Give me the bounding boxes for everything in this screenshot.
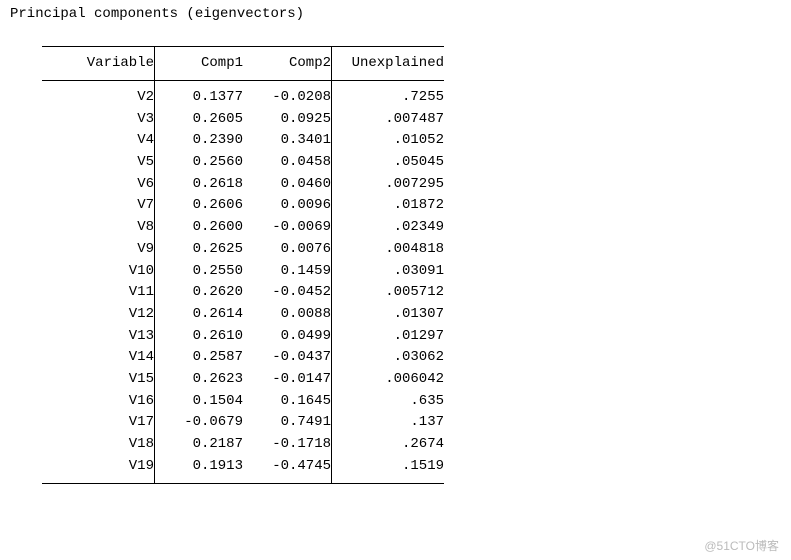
- table-row: V50.25600.0458.05045: [42, 152, 444, 174]
- cell-comp1: 0.2610: [155, 326, 244, 348]
- col-header-comp2: Comp2: [243, 46, 332, 81]
- cell-variable: V2: [42, 81, 155, 109]
- cell-comp2: 0.7491: [243, 412, 332, 434]
- cell-unexplained: .03091: [332, 261, 445, 283]
- cell-comp1: 0.2623: [155, 369, 244, 391]
- cell-variable: V7: [42, 195, 155, 217]
- cell-comp2: -0.1718: [243, 434, 332, 456]
- cell-comp1: 0.2187: [155, 434, 244, 456]
- table-row: V60.26180.0460.007295: [42, 174, 444, 196]
- table-row: V80.2600-0.0069.02349: [42, 217, 444, 239]
- cell-variable: V15: [42, 369, 155, 391]
- cell-unexplained: .1519: [332, 456, 445, 484]
- col-header-variable: Variable: [42, 46, 155, 81]
- cell-comp2: 0.0458: [243, 152, 332, 174]
- cell-unexplained: .005712: [332, 282, 445, 304]
- table-row: V20.1377-0.0208.7255: [42, 81, 444, 109]
- table-row: V130.26100.0499.01297: [42, 326, 444, 348]
- cell-comp2: 0.0499: [243, 326, 332, 348]
- table-row: V70.26060.0096.01872: [42, 195, 444, 217]
- cell-variable: V18: [42, 434, 155, 456]
- table-row: V160.15040.1645.635: [42, 391, 444, 413]
- cell-variable: V6: [42, 174, 155, 196]
- cell-variable: V5: [42, 152, 155, 174]
- cell-comp1: 0.2600: [155, 217, 244, 239]
- cell-comp2: 0.0460: [243, 174, 332, 196]
- cell-comp1: 0.1377: [155, 81, 244, 109]
- cell-comp1: 0.2606: [155, 195, 244, 217]
- table-row: V40.23900.3401.01052: [42, 130, 444, 152]
- table-row: V17-0.06790.7491.137: [42, 412, 444, 434]
- cell-unexplained: .01297: [332, 326, 445, 348]
- table-header-row: Variable Comp1 Comp2 Unexplained: [42, 46, 444, 81]
- cell-comp1: 0.2614: [155, 304, 244, 326]
- cell-variable: V11: [42, 282, 155, 304]
- cell-comp2: 0.0076: [243, 239, 332, 261]
- col-header-comp1: Comp1: [155, 46, 244, 81]
- cell-comp1: 0.2550: [155, 261, 244, 283]
- cell-unexplained: .635: [332, 391, 445, 413]
- cell-unexplained: .006042: [332, 369, 445, 391]
- cell-variable: V16: [42, 391, 155, 413]
- table-row: V120.26140.0088.01307: [42, 304, 444, 326]
- cell-comp1: 0.1913: [155, 456, 244, 484]
- cell-unexplained: .03062: [332, 347, 445, 369]
- cell-comp1: 0.2560: [155, 152, 244, 174]
- cell-unexplained: .007487: [332, 109, 445, 131]
- cell-comp1: 0.1504: [155, 391, 244, 413]
- eigenvector-table: Variable Comp1 Comp2 Unexplained V20.137…: [42, 46, 444, 485]
- cell-comp2: -0.0069: [243, 217, 332, 239]
- cell-comp2: -0.0452: [243, 282, 332, 304]
- cell-variable: V4: [42, 130, 155, 152]
- table-row: V110.2620-0.0452.005712: [42, 282, 444, 304]
- table-row: V190.1913-0.4745.1519: [42, 456, 444, 484]
- cell-comp1: 0.2587: [155, 347, 244, 369]
- cell-unexplained: .05045: [332, 152, 445, 174]
- cell-comp2: -0.0208: [243, 81, 332, 109]
- cell-comp2: 0.1645: [243, 391, 332, 413]
- cell-comp2: -0.0437: [243, 347, 332, 369]
- cell-comp1: 0.2625: [155, 239, 244, 261]
- cell-variable: V17: [42, 412, 155, 434]
- col-header-unexplained: Unexplained: [332, 46, 445, 81]
- cell-comp1: 0.2618: [155, 174, 244, 196]
- cell-unexplained: .02349: [332, 217, 445, 239]
- table-row: V100.25500.1459.03091: [42, 261, 444, 283]
- table-row: V180.2187-0.1718.2674: [42, 434, 444, 456]
- cell-comp1: 0.2605: [155, 109, 244, 131]
- cell-unexplained: .01872: [332, 195, 445, 217]
- cell-comp1: -0.0679: [155, 412, 244, 434]
- cell-unexplained: .2674: [332, 434, 445, 456]
- cell-unexplained: .137: [332, 412, 445, 434]
- cell-variable: V14: [42, 347, 155, 369]
- table-body: V20.1377-0.0208.7255V30.26050.0925.00748…: [42, 81, 444, 484]
- page-title: Principal components (eigenvectors): [10, 6, 781, 24]
- cell-variable: V8: [42, 217, 155, 239]
- cell-variable: V10: [42, 261, 155, 283]
- cell-comp2: -0.0147: [243, 369, 332, 391]
- watermark: @51CTO博客: [704, 539, 779, 554]
- cell-variable: V12: [42, 304, 155, 326]
- cell-variable: V3: [42, 109, 155, 131]
- cell-variable: V13: [42, 326, 155, 348]
- cell-unexplained: .7255: [332, 81, 445, 109]
- cell-comp2: 0.0925: [243, 109, 332, 131]
- cell-comp1: 0.2620: [155, 282, 244, 304]
- cell-comp2: 0.1459: [243, 261, 332, 283]
- cell-unexplained: .007295: [332, 174, 445, 196]
- cell-unexplained: .004818: [332, 239, 445, 261]
- cell-unexplained: .01307: [332, 304, 445, 326]
- cell-comp2: 0.0088: [243, 304, 332, 326]
- cell-comp2: 0.3401: [243, 130, 332, 152]
- table-row: V140.2587-0.0437.03062: [42, 347, 444, 369]
- table-row: V30.26050.0925.007487: [42, 109, 444, 131]
- table-row: V150.2623-0.0147.006042: [42, 369, 444, 391]
- cell-variable: V19: [42, 456, 155, 484]
- cell-comp2: -0.4745: [243, 456, 332, 484]
- cell-variable: V9: [42, 239, 155, 261]
- table-row: V90.26250.0076.004818: [42, 239, 444, 261]
- cell-comp1: 0.2390: [155, 130, 244, 152]
- cell-unexplained: .01052: [332, 130, 445, 152]
- cell-comp2: 0.0096: [243, 195, 332, 217]
